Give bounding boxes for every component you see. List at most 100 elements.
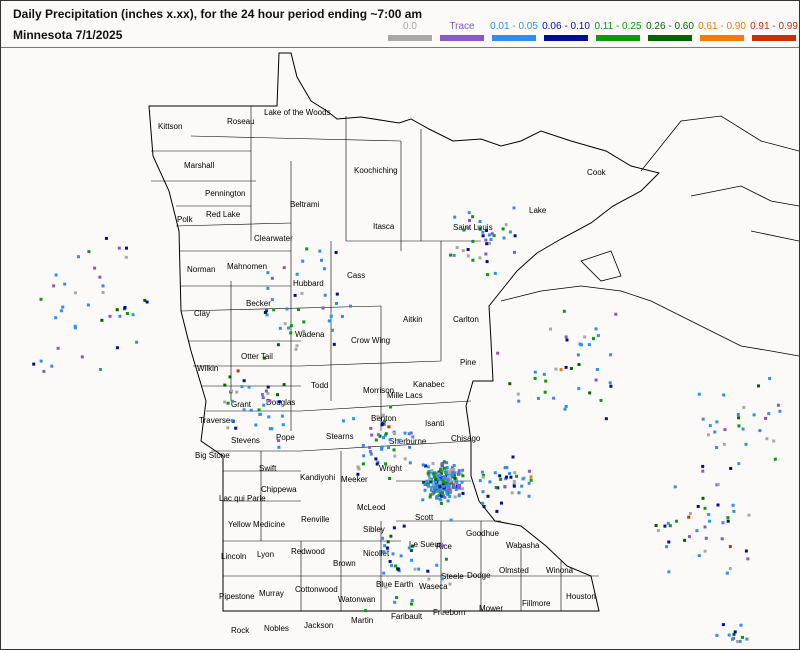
station-marker xyxy=(393,432,396,435)
county-label: Pine xyxy=(460,358,477,367)
station-marker xyxy=(454,479,458,483)
station-marker xyxy=(552,396,556,400)
station-marker xyxy=(349,304,352,308)
station-marker xyxy=(715,446,719,449)
station-marker xyxy=(101,291,105,294)
station-marker xyxy=(707,513,711,517)
station-marker xyxy=(393,454,397,458)
station-marker xyxy=(564,365,568,369)
station-marker xyxy=(498,474,502,478)
county-label: Swift xyxy=(259,464,277,473)
county-label: Mower xyxy=(479,604,503,613)
station-marker xyxy=(703,549,707,553)
station-marker xyxy=(562,309,566,313)
station-marker xyxy=(300,291,304,295)
station-marker xyxy=(529,475,533,479)
station-marker xyxy=(505,466,509,469)
county-label: Freeborn xyxy=(433,608,465,617)
station-marker xyxy=(773,457,777,461)
station-marker xyxy=(352,417,356,421)
station-marker xyxy=(444,471,448,475)
legend-swatch xyxy=(544,35,588,41)
station-marker xyxy=(696,505,700,508)
station-marker xyxy=(361,444,365,447)
station-marker xyxy=(356,465,360,469)
station-marker xyxy=(87,250,91,254)
station-marker xyxy=(54,273,58,277)
station-marker xyxy=(727,633,731,637)
station-marker xyxy=(115,346,119,350)
station-marker xyxy=(471,239,475,243)
station-marker xyxy=(722,393,726,397)
legend-item-0.11: 0.11 - 0.25 xyxy=(593,21,643,41)
station-marker xyxy=(513,250,516,254)
station-marker xyxy=(77,255,80,259)
station-marker xyxy=(240,385,244,389)
station-marker xyxy=(267,415,271,419)
station-marker xyxy=(776,403,780,407)
station-marker xyxy=(448,494,452,498)
station-marker xyxy=(708,424,712,428)
legend-item-0.61: 0.61 - 0.90 xyxy=(697,21,747,41)
station-marker xyxy=(502,236,506,240)
station-marker xyxy=(391,552,395,556)
station-marker xyxy=(461,474,465,478)
station-marker xyxy=(327,319,331,323)
station-marker xyxy=(276,343,280,347)
county-label: Carlton xyxy=(453,315,479,324)
station-marker xyxy=(495,509,499,513)
station-marker xyxy=(447,475,450,479)
station-marker xyxy=(223,400,227,404)
station-marker xyxy=(484,238,488,242)
station-marker xyxy=(688,512,692,515)
legend-item-trace: Trace xyxy=(437,21,487,41)
station-marker xyxy=(609,384,613,388)
county-label: Chisago xyxy=(451,434,481,443)
station-marker xyxy=(446,499,450,503)
station-marker xyxy=(496,351,500,355)
county-label: Houston xyxy=(566,592,596,601)
station-marker xyxy=(440,610,444,614)
legend-swatch xyxy=(388,35,432,41)
station-marker xyxy=(101,284,105,288)
station-marker xyxy=(666,521,670,525)
station-marker xyxy=(715,633,719,637)
county-label: Grant xyxy=(231,400,252,409)
station-marker xyxy=(80,355,84,359)
station-marker xyxy=(737,416,741,420)
station-marker xyxy=(512,480,516,483)
station-marker xyxy=(708,519,712,523)
station-marker xyxy=(417,567,421,571)
station-marker xyxy=(439,502,443,505)
station-marker xyxy=(302,329,306,333)
station-marker xyxy=(656,529,660,533)
station-marker xyxy=(500,501,503,505)
station-marker xyxy=(527,469,531,473)
station-marker xyxy=(738,639,742,643)
station-marker xyxy=(268,399,272,403)
station-marker xyxy=(448,490,452,494)
station-marker xyxy=(737,424,741,428)
station-marker xyxy=(59,309,63,313)
station-marker xyxy=(484,229,488,232)
station-marker xyxy=(583,335,587,339)
station-marker xyxy=(614,312,618,316)
station-marker xyxy=(701,469,705,473)
station-marker xyxy=(331,328,334,332)
county-label: Cook xyxy=(587,168,607,177)
station-marker xyxy=(295,344,299,348)
station-marker xyxy=(402,524,406,528)
station-marker xyxy=(451,471,455,475)
county-label: Jackson xyxy=(304,621,333,630)
station-marker xyxy=(704,536,708,540)
station-marker xyxy=(441,544,445,548)
station-marker xyxy=(536,396,540,400)
map-frame: Daily Precipitation (inches x.xx), for t… xyxy=(0,0,800,650)
station-marker xyxy=(369,426,373,430)
station-marker xyxy=(263,310,267,314)
county-label: Lac qui Parle xyxy=(219,494,266,503)
county-label: Clearwater xyxy=(254,234,293,243)
county-label: Nicollet xyxy=(363,549,390,558)
station-marker xyxy=(481,490,485,494)
county-label: Dodge xyxy=(467,571,491,580)
